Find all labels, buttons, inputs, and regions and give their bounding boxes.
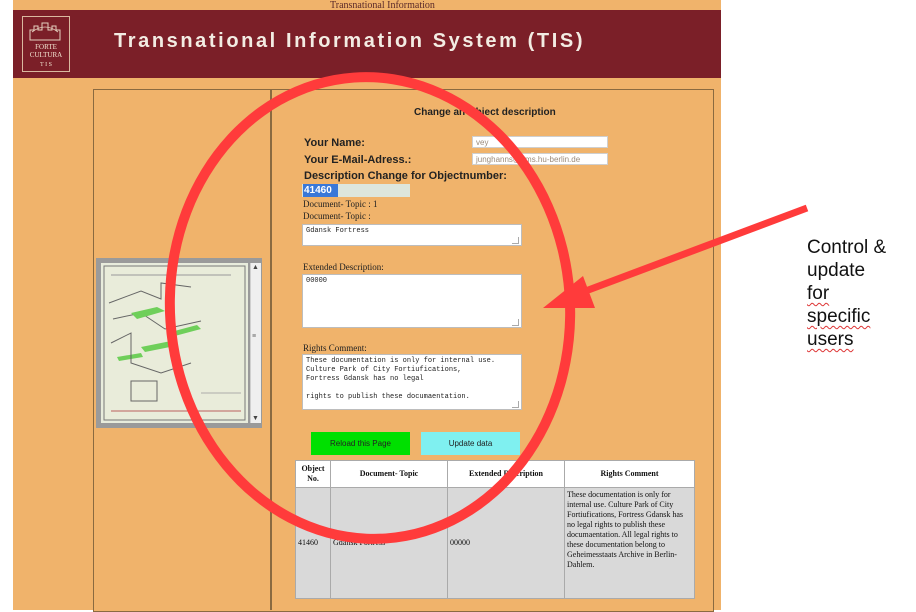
logo-castle-icon bbox=[29, 22, 61, 41]
logo-text-cultura: CULTURA bbox=[29, 51, 63, 59]
column-header-rights-comment: Rights Comment bbox=[564, 460, 695, 488]
annotation-line: users bbox=[807, 329, 854, 350]
logo: FORTE CULTURA T I S bbox=[22, 16, 70, 72]
annotation-text: Control & update for specific users bbox=[807, 236, 886, 351]
site-title: Transnational Information System (TIS) bbox=[114, 30, 586, 52]
annotation-line: for bbox=[807, 283, 830, 304]
annotation-line: Control & bbox=[807, 237, 887, 258]
pointer-arrow-icon bbox=[543, 204, 809, 308]
logo-text-tis: T I S bbox=[40, 62, 52, 68]
logo-text-forte: FORTE bbox=[35, 43, 57, 51]
cell-rights-comment: These documentation is only for internal… bbox=[564, 487, 695, 599]
annotation-line: update bbox=[807, 260, 866, 281]
annotation-line: specific bbox=[807, 306, 871, 327]
